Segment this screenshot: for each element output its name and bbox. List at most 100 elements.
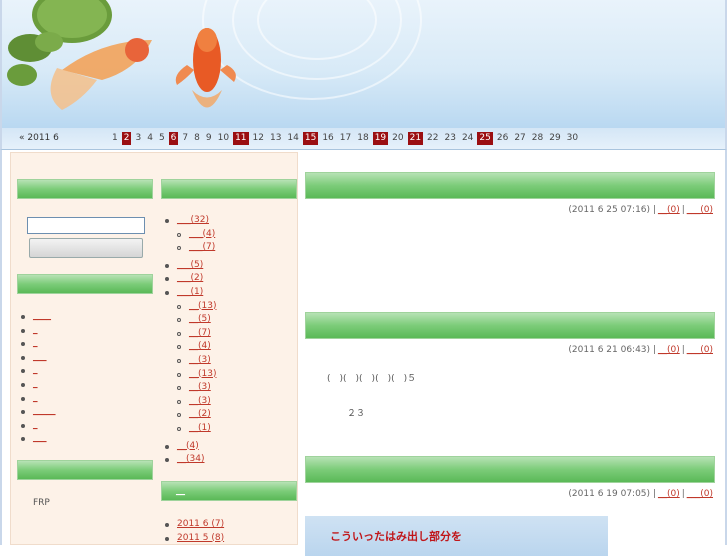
category-link[interactable]: ___(2) xyxy=(177,273,203,283)
post-title-bar[interactable] xyxy=(305,456,715,483)
archive-link[interactable]: 2011 6 (7) xyxy=(177,519,224,529)
circle-bullet-icon xyxy=(177,399,181,404)
trackbacks-link[interactable]: ___(0) xyxy=(687,205,713,215)
category-link[interactable]: __(2) xyxy=(189,409,211,419)
circle-bullet-icon xyxy=(177,318,181,323)
disc-bullet-icon xyxy=(165,458,169,463)
category-link[interactable]: ___(5) xyxy=(177,260,203,270)
calendar-day: 16 xyxy=(322,133,334,143)
post-body-line: ( )( )( )( )( )５ xyxy=(327,374,417,384)
post-date: (2011 6 21 06:43) | xyxy=(568,345,656,355)
sidebar-link-item: _ xyxy=(19,379,149,393)
category-list: ___(32) ___(4) ___(7) ___(5) ___(2) ___(1) __(… xyxy=(163,215,297,468)
category-item: __(3) xyxy=(163,355,297,369)
calendar-day: 29 xyxy=(549,133,561,143)
circle-bullet-icon xyxy=(177,386,181,391)
category-link[interactable]: ___(7) xyxy=(189,242,215,252)
category-link[interactable]: __(5) xyxy=(189,314,211,324)
comments-link[interactable]: __(0) xyxy=(658,489,680,499)
calendar-month-label[interactable]: « 2011 6 xyxy=(19,133,59,143)
circle-bullet-icon xyxy=(177,304,181,309)
category-link[interactable]: __(1) xyxy=(189,423,211,433)
sidebar-link-item: _ xyxy=(19,325,149,339)
separator: | xyxy=(681,489,685,499)
comments-link[interactable]: __(0) xyxy=(658,345,680,355)
sidebar-link[interactable]: ___ xyxy=(33,352,47,362)
profile-widget-header xyxy=(17,460,153,480)
category-link[interactable]: __(4) xyxy=(177,441,199,451)
category-link[interactable]: __(34) xyxy=(177,454,204,464)
calendar-day: 28 xyxy=(531,133,544,143)
search-button[interactable] xyxy=(29,238,143,258)
sidebar-link[interactable]: ___ xyxy=(33,433,47,443)
category-link[interactable]: __(3) xyxy=(189,355,211,365)
circle-bullet-icon xyxy=(177,358,181,363)
sidebar-link-item: ___ xyxy=(19,352,149,366)
post-title-bar[interactable] xyxy=(305,312,715,339)
search-input[interactable] xyxy=(27,217,145,234)
links-widget-header xyxy=(17,274,153,294)
calendar-day: 3 xyxy=(135,133,142,143)
post-meta: (2011 6 25 07:16) | __(0) | ___(0) xyxy=(305,199,715,219)
category-link[interactable]: __(4) xyxy=(189,341,211,351)
comments-link[interactable]: __(0) xyxy=(658,205,680,215)
calendar-day[interactable]: 15 xyxy=(302,132,319,145)
calendar-day: 13 xyxy=(269,133,282,143)
trackbacks-link[interactable]: ___(0) xyxy=(687,345,713,355)
post-title-bar[interactable] xyxy=(305,172,715,199)
sidebar-link[interactable]: _ xyxy=(33,393,38,403)
category-item: ___(7) xyxy=(163,242,297,256)
sidebar-link[interactable]: _ xyxy=(33,325,38,335)
calendar-day[interactable]: 21 xyxy=(407,132,424,145)
sidebar-link[interactable]: _____ xyxy=(33,406,56,416)
circle-bullet-icon xyxy=(177,372,181,377)
calendar-day: 30 xyxy=(566,133,579,143)
calendar-day[interactable]: 11 xyxy=(233,132,249,145)
calendar-day: 18 xyxy=(357,133,369,143)
trackbacks-link[interactable]: ___(0) xyxy=(687,489,713,499)
category-widget-header xyxy=(161,179,297,199)
search-widget-header xyxy=(17,179,153,199)
post: (2011 6 25 07:16) | __(0) | ___(0) xyxy=(305,172,715,312)
category-item: ___(32) xyxy=(163,215,297,229)
sidebar-link[interactable]: _ xyxy=(33,379,38,389)
calendar-day[interactable]: 25 xyxy=(477,132,493,145)
category-link[interactable]: ___(32) xyxy=(177,215,209,225)
sidebar-link-item: _____ xyxy=(19,406,149,420)
category-item: __(1) xyxy=(163,423,297,437)
category-item: __(4) xyxy=(163,441,297,455)
sidebar-link[interactable]: _ xyxy=(33,420,38,430)
calendar-day[interactable]: 2 xyxy=(121,132,132,145)
sidebar-link-item: _ xyxy=(19,420,149,434)
calendar-day: 1 xyxy=(112,133,118,143)
goldfish-illustration xyxy=(7,0,236,110)
sidebar-link-item: _ xyxy=(19,393,149,407)
calendar-day: 17 xyxy=(339,133,352,143)
disc-bullet-icon xyxy=(165,219,169,223)
category-item: __(3) xyxy=(163,382,297,396)
calendar-day: 4 xyxy=(147,133,153,143)
sidebar-link[interactable]: _ xyxy=(33,365,38,375)
category-link[interactable]: __(3) xyxy=(189,396,211,406)
category-link[interactable]: __(3) xyxy=(189,382,211,392)
sidebar-link[interactable]: ____ xyxy=(33,311,51,321)
category-item: ___(1) xyxy=(163,287,297,301)
category-link[interactable]: __(7) xyxy=(189,328,211,338)
category-link[interactable]: ___(4) xyxy=(189,229,215,239)
disc-bullet-icon xyxy=(165,290,169,295)
category-link[interactable]: __(13) xyxy=(189,301,216,311)
calendar-day[interactable]: 19 xyxy=(372,132,389,145)
category-link[interactable]: __(13) xyxy=(189,369,216,379)
calendar-day[interactable]: 6 xyxy=(168,132,179,145)
archive-link[interactable]: 2011 5 (8) xyxy=(177,533,224,543)
category-item: __(13) xyxy=(163,301,297,315)
sidebar-link[interactable]: _ xyxy=(33,338,38,348)
calendar-bar: « 2011 6 1 2 3 4 5 6 7 8 9 10 11 12 13 14 15 16 17 18 19 20… xyxy=(0,128,727,150)
category-item: ___(4) xyxy=(163,229,297,243)
site-header-banner xyxy=(0,0,727,128)
sidebar-link-item: ____ xyxy=(19,311,149,325)
category-link[interactable]: ___(1) xyxy=(177,287,203,297)
category-item: __(34) xyxy=(163,454,297,468)
circle-bullet-icon xyxy=(177,345,181,350)
sidebar-link-item: _ xyxy=(19,338,149,352)
